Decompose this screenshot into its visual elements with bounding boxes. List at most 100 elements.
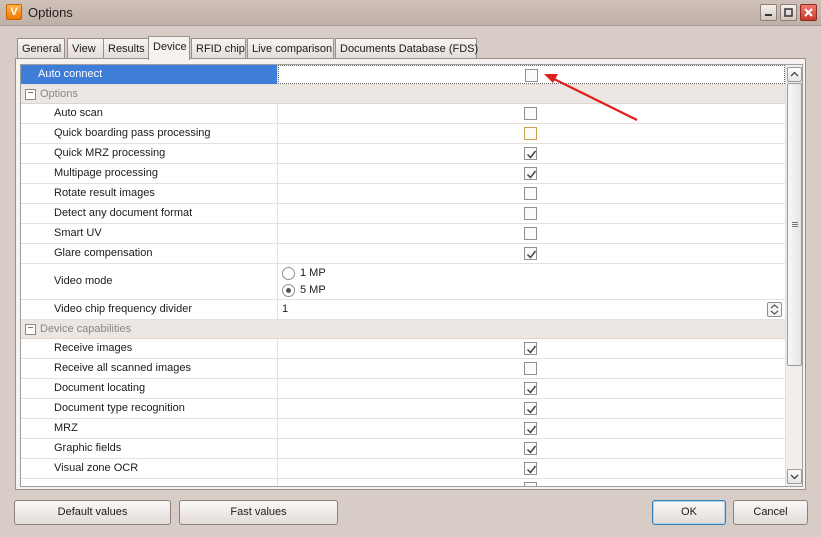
cancel-button[interactable]: Cancel (733, 500, 808, 525)
checkmark-icon (526, 465, 537, 474)
row-label: Quick MRZ processing (21, 144, 278, 163)
frequency-input[interactable]: 1 (282, 300, 288, 319)
detect-any-format-checkbox[interactable] (524, 207, 537, 220)
category-label: Options (40, 88, 78, 100)
row-label: Auto scan (21, 104, 278, 123)
auto-scan-checkbox[interactable] (524, 107, 537, 120)
row-label: Glare compensation (21, 244, 278, 263)
tab-documents-database[interactable]: Documents Database (FDS) (335, 38, 478, 59)
video-mode-1mp-radio[interactable] (282, 267, 295, 280)
row-rotate-result-images[interactable]: Rotate result images (21, 184, 785, 204)
scroll-thumb[interactable] (787, 83, 802, 366)
row-receive-images[interactable]: Receive images (21, 339, 785, 359)
row-label: Receive all scanned images (21, 359, 278, 378)
vertical-scrollbar[interactable] (785, 65, 802, 486)
property-grid: Auto connect − Options Auto scan Quick b… (20, 64, 803, 487)
checkmark-icon (526, 150, 537, 159)
row-quick-mrz[interactable]: Quick MRZ processing (21, 144, 785, 164)
row-value: 1 (278, 300, 785, 319)
row-video-mode[interactable]: Video mode 1 MP 5 MP (21, 264, 785, 300)
annotation-arrow-icon (544, 74, 638, 121)
maximize-button[interactable] (780, 4, 797, 21)
tab-rfid-chip[interactable]: RFID chip (191, 38, 246, 59)
row-document-locating[interactable]: Document locating (21, 379, 785, 399)
checkmark-icon (526, 170, 537, 179)
row-value (278, 244, 785, 263)
row-value (278, 65, 785, 84)
scroll-up-button[interactable] (787, 67, 802, 82)
row-graphic-fields[interactable]: Graphic fields (21, 439, 785, 459)
document-locating-checkbox[interactable] (524, 382, 537, 395)
close-icon (804, 8, 813, 17)
rotate-result-images-checkbox[interactable] (524, 187, 537, 200)
tab-general[interactable]: General (17, 38, 65, 59)
row-receive-all-scanned[interactable]: Receive all scanned images (21, 359, 785, 379)
row-label: Smart UV (21, 224, 278, 243)
row-label: Multipage processing (21, 164, 278, 183)
minimize-button[interactable] (760, 4, 777, 21)
video-mode-5mp-radio[interactable] (282, 284, 295, 297)
chevron-down-icon (790, 474, 799, 480)
category-device-capabilities[interactable]: − Device capabilities (21, 320, 785, 339)
row-smart-uv[interactable]: Smart UV (21, 224, 785, 244)
glare-compensation-checkbox[interactable] (524, 247, 537, 260)
smart-uv-checkbox[interactable] (524, 227, 537, 240)
fast-values-button[interactable]: Fast values (179, 500, 338, 525)
radio-label: 1 MP (300, 267, 326, 279)
quick-boarding-pass-checkbox[interactable] (524, 127, 537, 140)
row-quick-boarding-pass[interactable]: Quick boarding pass processing (21, 124, 785, 144)
grip-line (792, 224, 798, 225)
auto-connect-checkbox[interactable] (525, 69, 538, 82)
row-label: Rotate result images (21, 184, 278, 203)
collapse-icon[interactable]: − (25, 324, 36, 335)
app-icon: V (6, 4, 22, 20)
checkmark-icon (526, 345, 537, 354)
ok-button[interactable]: OK (652, 500, 726, 525)
spin-button[interactable] (767, 302, 782, 317)
checkmark-icon (526, 425, 537, 434)
tab-live-comparison[interactable]: Live comparison (247, 38, 334, 59)
checkmark-icon (526, 405, 537, 414)
category-label: Device capabilities (40, 323, 132, 335)
partial-checkbox[interactable] (524, 482, 537, 486)
scroll-down-button[interactable] (787, 469, 802, 484)
title-bar[interactable]: V Options (0, 0, 821, 26)
row-label: Video mode (21, 264, 278, 299)
row-label: Receive images (21, 339, 278, 358)
row-video-chip-frequency[interactable]: Video chip frequency divider 1 (21, 300, 785, 320)
document-type-recognition-checkbox[interactable] (524, 402, 537, 415)
row-glare-compensation[interactable]: Glare compensation (21, 244, 785, 264)
visual-zone-ocr-checkbox[interactable] (524, 462, 537, 475)
tab-panel-device: Auto connect − Options Auto scan Quick b… (15, 58, 806, 490)
row-auto-scan[interactable]: Auto scan (21, 104, 785, 124)
tab-results[interactable]: Results (103, 38, 149, 59)
row-value (278, 184, 785, 203)
default-values-button[interactable]: Default values (14, 500, 171, 525)
receive-all-scanned-checkbox[interactable] (524, 362, 537, 375)
row-auto-connect[interactable]: Auto connect (21, 65, 785, 85)
window-title: Options (28, 5, 73, 20)
row-label: Video chip frequency divider (21, 300, 278, 319)
tab-device[interactable]: Device (148, 36, 190, 60)
quick-mrz-checkbox[interactable] (524, 147, 537, 160)
collapse-icon[interactable]: − (25, 89, 36, 100)
radio-label: 5 MP (300, 284, 326, 296)
row-label: MRZ (21, 419, 278, 438)
row-detect-any-format[interactable]: Detect any document format (21, 204, 785, 224)
row-document-type-recognition[interactable]: Document type recognition (21, 399, 785, 419)
mrz-checkbox[interactable] (524, 422, 537, 435)
receive-images-checkbox[interactable] (524, 342, 537, 355)
row-value (278, 224, 785, 243)
row-multipage[interactable]: Multipage processing (21, 164, 785, 184)
multipage-checkbox[interactable] (524, 167, 537, 180)
close-button[interactable] (800, 4, 817, 21)
row-partial[interactable] (21, 479, 785, 486)
property-rows: Auto connect − Options Auto scan Quick b… (21, 65, 785, 486)
category-options[interactable]: − Options (21, 85, 785, 104)
row-label: Graphic fields (21, 439, 278, 458)
graphic-fields-checkbox[interactable] (524, 442, 537, 455)
row-visual-zone-ocr[interactable]: Visual zone OCR (21, 459, 785, 479)
row-value (278, 479, 785, 486)
row-mrz[interactable]: MRZ (21, 419, 785, 439)
row-value (278, 339, 785, 358)
